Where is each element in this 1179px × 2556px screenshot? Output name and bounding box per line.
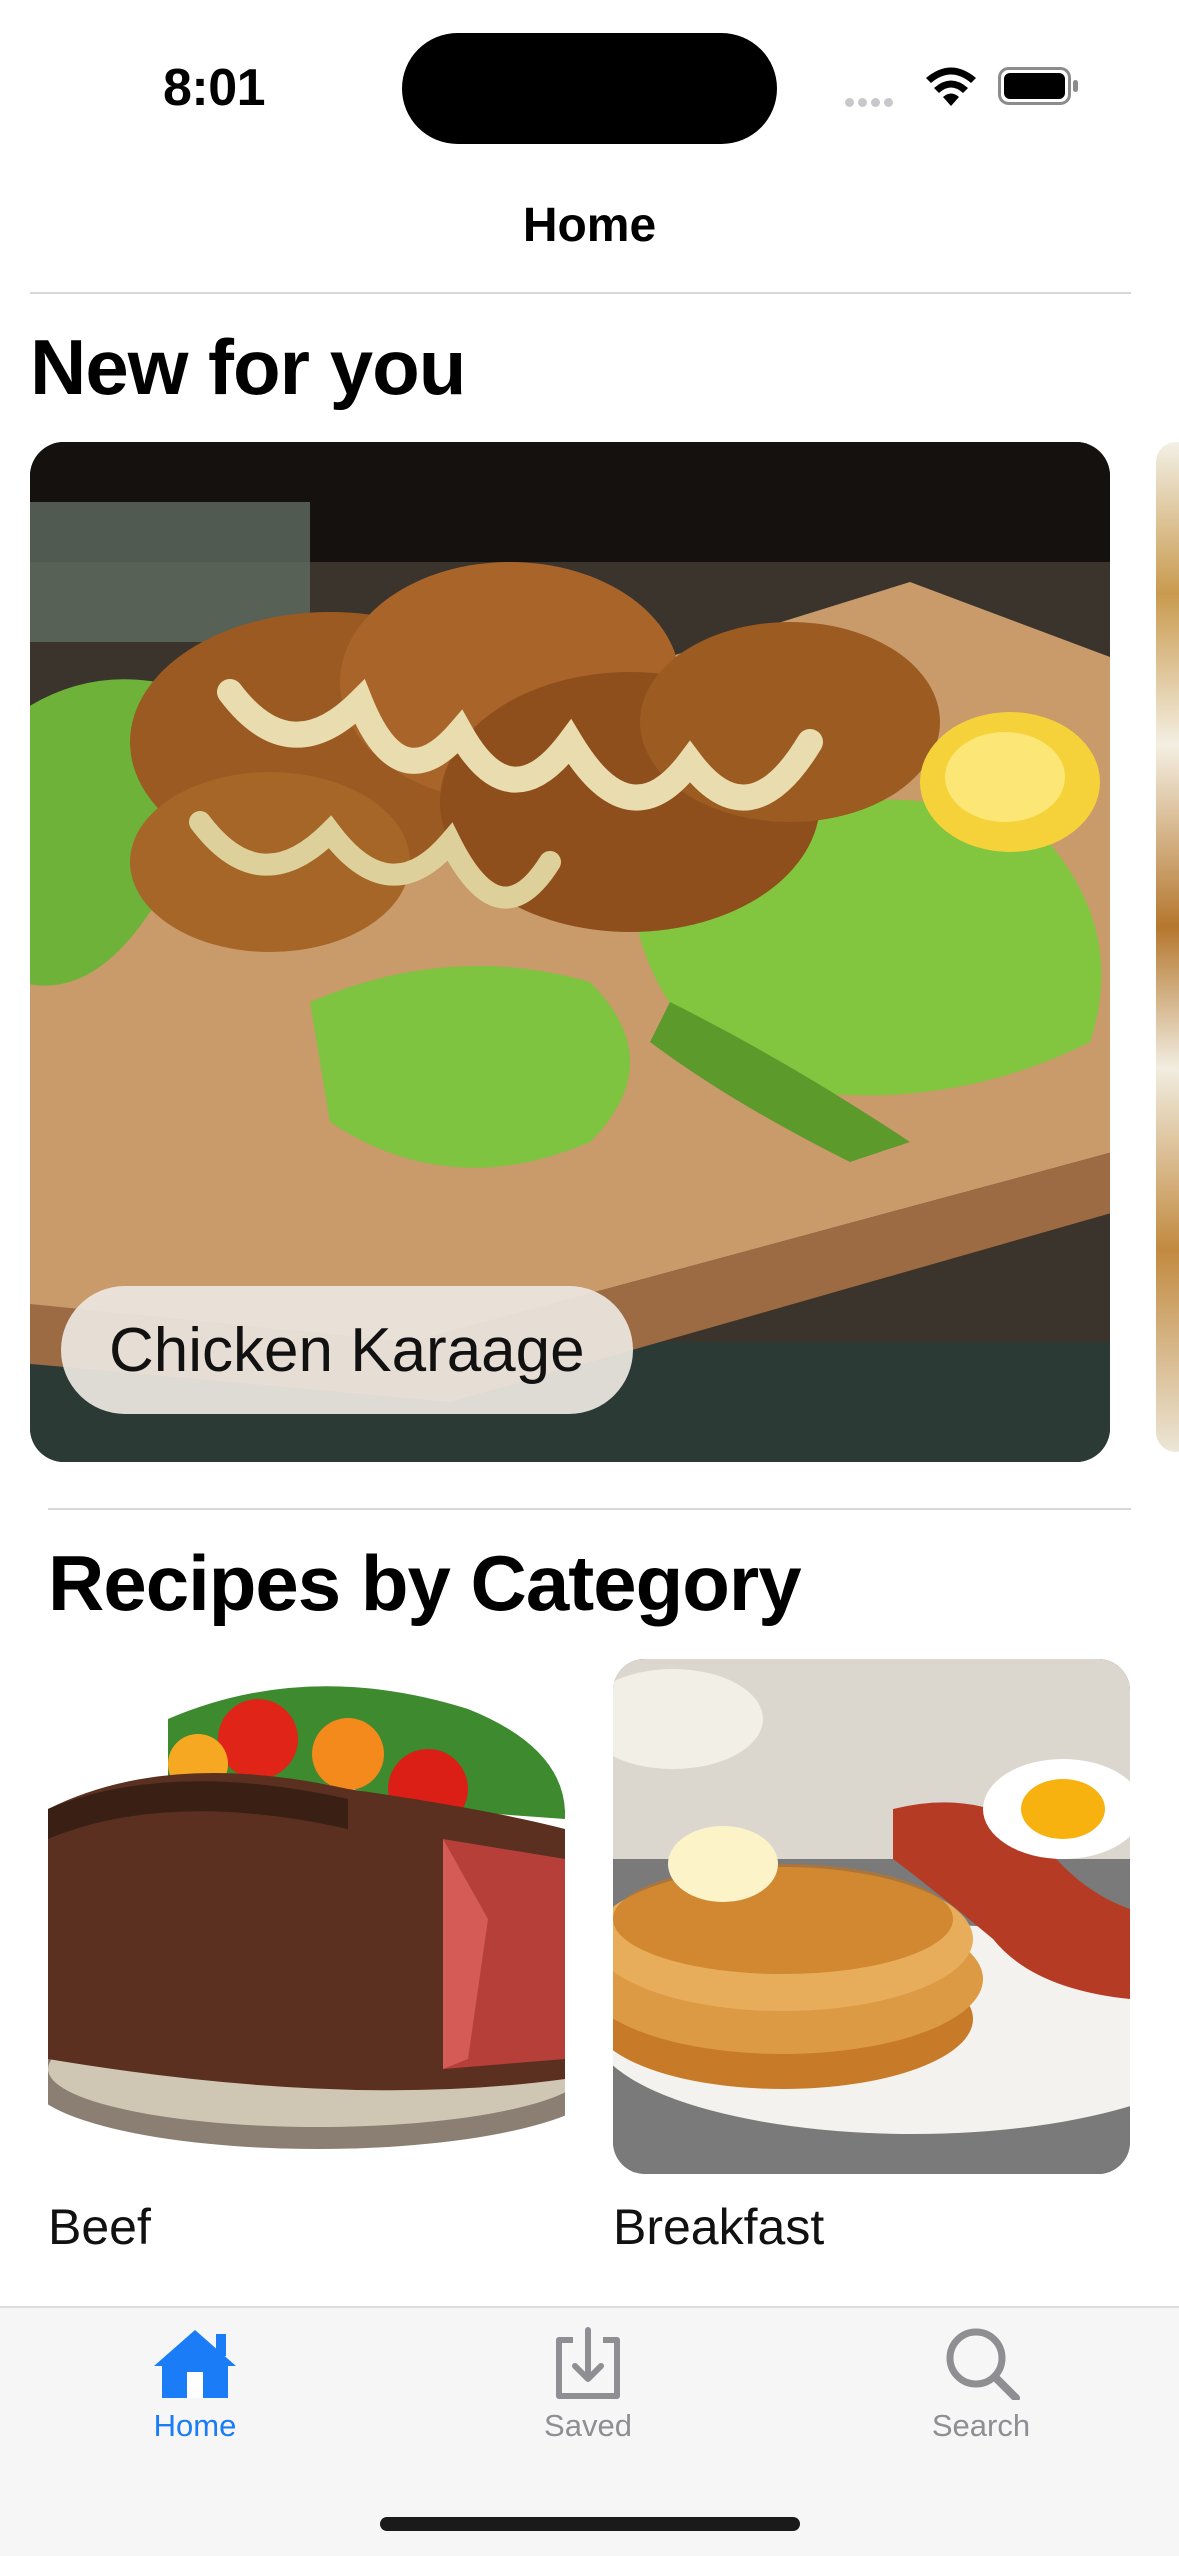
breakfast-image bbox=[613, 1659, 1130, 2174]
tab-home-label: Home bbox=[153, 2408, 237, 2443]
category-heading: Recipes by Category bbox=[48, 1539, 802, 1627]
next-featured-card[interactable] bbox=[1156, 442, 1179, 1452]
dynamic-island bbox=[402, 33, 777, 144]
nav-divider bbox=[30, 292, 1131, 294]
new-for-you-heading: New for you bbox=[30, 323, 466, 411]
home-indicator bbox=[380, 2517, 800, 2531]
category-tile-breakfast[interactable] bbox=[613, 1659, 1130, 2174]
cellular-signal-icon bbox=[845, 94, 897, 112]
tab-saved-label: Saved bbox=[544, 2408, 632, 2443]
wifi-icon bbox=[926, 67, 976, 106]
featured-recipe-name: Chicken Karaage bbox=[61, 1286, 633, 1414]
category-label-breakfast: Breakfast bbox=[613, 2199, 825, 2255]
category-tile-beef[interactable] bbox=[48, 1659, 565, 2174]
section-divider bbox=[48, 1508, 1131, 1510]
tab-search-label: Search bbox=[931, 2408, 1031, 2443]
status-time: 8:01 bbox=[163, 59, 266, 117]
featured-recipe-card[interactable]: Chicken Karaage bbox=[30, 442, 1110, 1462]
nav-title: Home bbox=[522, 199, 657, 252]
house-icon bbox=[154, 2330, 236, 2398]
magnifier-icon bbox=[946, 2328, 1020, 2400]
battery-icon bbox=[998, 67, 1078, 105]
beef-image bbox=[48, 1659, 565, 2174]
tab-saved[interactable]: Saved bbox=[458, 2326, 718, 2444]
tab-home[interactable]: Home bbox=[65, 2326, 325, 2444]
download-tray-icon bbox=[556, 2327, 620, 2399]
tab-search[interactable]: Search bbox=[851, 2326, 1111, 2444]
category-label-beef: Beef bbox=[48, 2199, 151, 2255]
